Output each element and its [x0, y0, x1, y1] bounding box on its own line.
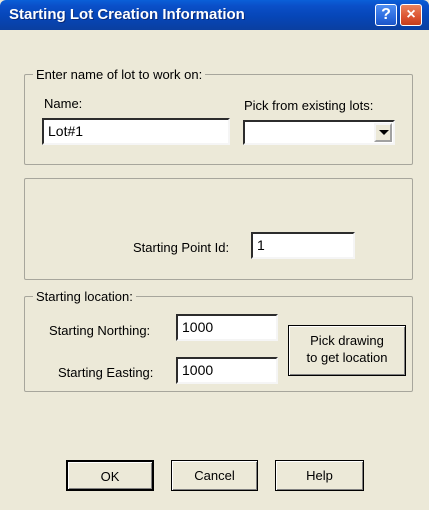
point-id-group: [24, 178, 413, 280]
lot-name-input[interactable]: Lot#1: [42, 118, 230, 145]
easting-label: Starting Easting:: [58, 365, 154, 380]
close-icon[interactable]: ×: [400, 4, 422, 26]
lot-name-legend: Enter name of lot to work on:: [33, 67, 206, 82]
ok-button[interactable]: OK: [66, 460, 154, 491]
help-icon[interactable]: ?: [375, 4, 397, 26]
pick-existing-label: Pick from existing lots:: [244, 98, 374, 113]
chevron-down-icon[interactable]: [374, 123, 392, 142]
easting-input[interactable]: 1000: [176, 357, 278, 384]
existing-lots-select[interactable]: [243, 120, 395, 145]
point-id-input[interactable]: 1: [251, 232, 355, 259]
pick-drawing-line1: Pick drawing: [310, 333, 384, 348]
name-label: Name:: [44, 96, 83, 111]
starting-location-legend: Starting location:: [33, 289, 136, 304]
help-button[interactable]: Help: [275, 460, 364, 491]
northing-label: Starting Northing:: [49, 323, 151, 338]
pick-drawing-line2: to get location: [306, 350, 388, 365]
northing-input[interactable]: 1000: [176, 314, 278, 341]
pick-drawing-button[interactable]: Pick drawing to get location: [288, 325, 406, 376]
cancel-button[interactable]: Cancel: [171, 460, 258, 491]
title-bar: Starting Lot Creation Information ? ×: [0, 0, 429, 30]
window-title: Starting Lot Creation Information: [9, 6, 245, 23]
point-id-label: Starting Point Id:: [133, 240, 230, 255]
